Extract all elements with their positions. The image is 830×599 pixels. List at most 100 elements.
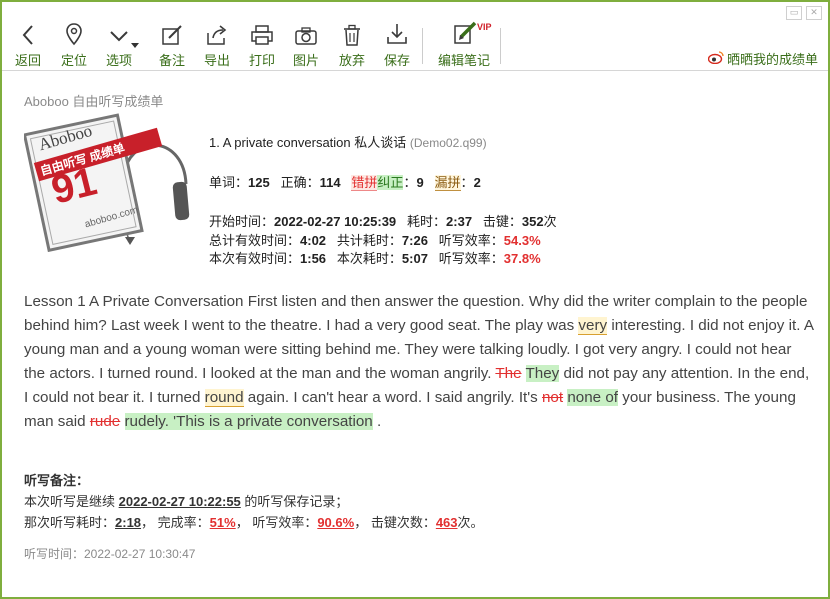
- notes-text: 那次听写耗时：: [24, 515, 116, 530]
- print-button[interactable]: 打印: [244, 20, 280, 69]
- words-label: 单词：: [209, 175, 249, 190]
- keys-value: 352: [521, 214, 544, 229]
- misspell-label: 错拼: [351, 175, 378, 191]
- prev-elapsed: 2:18: [115, 515, 142, 530]
- start-time: 2022-02-27 10:25:39: [274, 214, 397, 229]
- notes-heading: 听写备注：: [24, 473, 90, 488]
- err-sep: ：: [403, 175, 417, 190]
- elapsed-value: 2:37: [446, 214, 473, 229]
- keys-unit: 次: [543, 214, 557, 229]
- wrong-word[interactable]: The: [495, 365, 521, 382]
- edit-notes-label: 编辑笔记: [437, 53, 490, 68]
- discard-label: 放弃: [338, 53, 365, 68]
- trash-icon: [334, 20, 370, 46]
- location-pin-icon: [56, 20, 92, 46]
- image-button[interactable]: 图片: [288, 20, 324, 69]
- elapsed-label: 耗时：: [407, 214, 447, 229]
- miss-sep: ：: [460, 175, 474, 190]
- save-button[interactable]: 保存: [379, 20, 415, 69]
- locate-button[interactable]: 定位: [56, 20, 92, 69]
- missed-word[interactable]: very: [578, 317, 608, 335]
- share-label: 晒晒我的成绩单: [726, 52, 818, 67]
- this-rate-label: 听写效率：: [438, 251, 504, 266]
- prev-efficiency: 90.6%: [317, 515, 355, 530]
- notes-text: 次。: [457, 515, 484, 530]
- report-title: Aboboo 自由听写成绩单: [24, 94, 164, 109]
- missed-word[interactable]: round: [204, 389, 244, 407]
- correct-value: 114: [319, 175, 341, 190]
- corrected-word[interactable]: none of: [567, 389, 619, 406]
- continued-from-time: 2022-02-27 10:22:55: [118, 494, 241, 509]
- back-label: 返回: [14, 53, 41, 68]
- this-eff-label: 本次有效时间：: [209, 251, 301, 266]
- words-value: 125: [248, 175, 270, 190]
- options-label: 选项: [105, 53, 132, 68]
- corrected-word[interactable]: They: [525, 365, 560, 382]
- wrong-word[interactable]: not: [542, 389, 563, 406]
- word-stats: 单词：125 正确：114 错拼纠正：9 漏拼：2: [209, 172, 481, 191]
- dictation-report-window: ▭ ✕ 返回 定位 选项 备注 导出 打印 图片 放弃 保存 编辑笔记 VIP …: [0, 0, 830, 599]
- this-rate-value: 37.8%: [503, 251, 541, 266]
- keys-label: 击键：: [482, 214, 522, 229]
- save-label: 保存: [383, 53, 410, 68]
- dictation-notes: 听写备注： 本次听写是继续 2022-02-27 10:22:55 的听写保存记…: [24, 470, 484, 533]
- notes-text: 本次听写是继续: [24, 494, 119, 509]
- total-time-label: 共计耗时：: [336, 233, 402, 248]
- missed-count: 2: [473, 175, 481, 190]
- back-icon: [10, 20, 46, 46]
- error-count: 9: [416, 175, 424, 190]
- total-stats: 总计有效时间：4:02 共计耗时：7:26 听写效率：54.3%: [209, 230, 541, 249]
- options-button[interactable]: 选项: [99, 20, 139, 69]
- notes-line-2: 那次听写耗时：2:18， 完成率：51%， 听写效率：90.6%， 击键次数：4…: [24, 512, 484, 533]
- image-label: 图片: [292, 53, 319, 68]
- note-button[interactable]: 备注: [154, 20, 190, 69]
- share-scorecard-button[interactable]: 晒晒我的成绩单: [707, 49, 818, 68]
- total-eff-label: 总计有效时间：: [209, 233, 301, 248]
- toolbar: 返回 定位 选项 备注 导出 打印 图片 放弃 保存 编辑笔记 VIP 晒晒我的…: [2, 2, 828, 71]
- export-icon: [199, 20, 235, 46]
- total-eff-value: 4:02: [300, 233, 327, 248]
- note-label: 备注: [158, 53, 185, 68]
- notes-line-1: 本次听写是继续 2022-02-27 10:22:55 的听写保存记录；: [24, 491, 484, 512]
- score-logo: Aboboo 自由听写 成绩单 91 aboboo.com: [22, 112, 199, 253]
- toolbar-divider: [500, 28, 501, 64]
- session-stats: 开始时间：2022-02-27 10:25:39 耗时：2:37 击键：352次: [209, 211, 557, 230]
- wrong-word[interactable]: rude: [90, 413, 120, 430]
- this-time-value: 5:07: [401, 251, 428, 266]
- dictation-time: 听写时间：2022-02-27 10:30:47: [24, 547, 196, 561]
- correct-label: 正确：: [280, 175, 320, 190]
- print-label: 打印: [248, 53, 275, 68]
- this-time-label: 本次耗时：: [336, 251, 402, 266]
- notes-text: ， 完成率：: [141, 515, 210, 530]
- discard-button[interactable]: 放弃: [334, 20, 370, 69]
- prev-keystrokes: 463: [435, 515, 458, 530]
- passage-text: again. I can't hear a word. I said angri…: [243, 389, 542, 406]
- passage-text: .: [372, 413, 382, 430]
- passage-text: [522, 365, 526, 382]
- total-time-value: 7:26: [401, 233, 428, 248]
- lesson-file: (Demo02.q99): [409, 136, 487, 150]
- start-label: 开始时间：: [209, 214, 275, 229]
- dictation-passage: Lesson 1 A Private Conversation First li…: [24, 290, 814, 434]
- toolbar-divider: [422, 28, 423, 64]
- vip-badge: VIP: [477, 22, 492, 32]
- camera-icon: [288, 20, 324, 46]
- missed-label: 漏拼: [434, 175, 461, 191]
- lesson-title: 1. A private conversation 私人谈话 (Demo02.q…: [209, 132, 487, 151]
- back-button[interactable]: 返回: [10, 20, 46, 69]
- fixed-label: 纠正: [377, 175, 404, 190]
- export-button[interactable]: 导出: [199, 20, 235, 69]
- export-label: 导出: [203, 53, 230, 68]
- edit-note-icon: [154, 20, 190, 46]
- corrected-word[interactable]: rudely. 'This is a private conversation: [124, 413, 373, 430]
- print-icon: [244, 20, 280, 46]
- lesson-name: 1. A private conversation 私人谈话: [209, 135, 407, 150]
- download-icon: [379, 20, 415, 46]
- passage-text: [120, 413, 124, 430]
- total-rate-label: 听写效率：: [438, 233, 504, 248]
- notes-text: ， 击键次数：: [354, 515, 436, 530]
- notes-text: ， 听写效率：: [235, 515, 318, 530]
- locate-label: 定位: [60, 53, 87, 68]
- this-eff-value: 1:56: [300, 251, 327, 266]
- this-session-stats: 本次有效时间：1:56 本次耗时：5:07 听写效率：37.8%: [209, 248, 541, 267]
